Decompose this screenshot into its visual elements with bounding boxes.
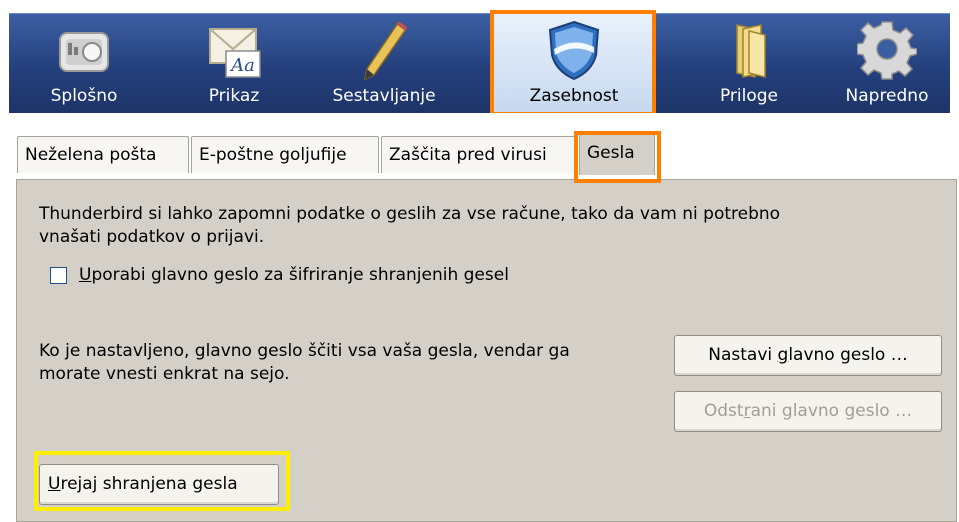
- pane-general-label: Splošno: [50, 86, 118, 106]
- remove-master-accel: r: [743, 401, 751, 421]
- attachments-folder-icon: [736, 24, 766, 78]
- master-info-line1: Ko je nastavljeno, glavno geslo ščiti vs…: [39, 341, 570, 361]
- checkbox-label-accel: U: [79, 265, 92, 285]
- advanced-gear-icon: [857, 21, 917, 80]
- set-master-pre: Nastavi: [708, 345, 778, 365]
- svg-text:Aa: Aa: [229, 55, 255, 76]
- display-envelope-icon: Aa: [209, 28, 261, 78]
- remove-master-password-button[interactable]: Odstrani glavno geslo …: [674, 391, 942, 432]
- master-password-checkbox-label[interactable]: Uporabi glavno geslo za šifriranje shran…: [79, 264, 509, 286]
- pane-display-label: Prikaz: [208, 86, 260, 106]
- pane-attachments-label: Priloge: [719, 86, 779, 106]
- pane-advanced[interactable]: Napredno: [824, 14, 950, 114]
- set-master-password-button[interactable]: Nastavi glavno geslo …: [674, 335, 942, 376]
- highlight-saved-passwords: [34, 451, 290, 511]
- intro-text-line2: vnašati podatkov o prijavi.: [39, 227, 265, 247]
- highlight-selected-pane: [490, 10, 656, 116]
- master-info-line2: morate vnesti enkrat na sejo.: [39, 364, 290, 384]
- pane-general[interactable]: Splošno: [9, 14, 159, 114]
- highlight-active-tab: [574, 131, 661, 183]
- tab-scam[interactable]: E-poštne goljufije: [191, 136, 379, 173]
- master-password-checkbox[interactable]: [50, 267, 67, 284]
- general-switch-icon: [59, 32, 109, 72]
- pane-composition[interactable]: Sestavljanje: [309, 14, 459, 114]
- pane-display[interactable]: Aa Prikaz: [159, 14, 309, 114]
- pane-advanced-label: Napredno: [845, 86, 929, 106]
- privacy-tabstrip: Neželena pošta E-poštne goljufije Zaščit…: [9, 134, 950, 180]
- set-master-post: lavno geslo …: [788, 345, 908, 365]
- pane-attachments[interactable]: Priloge: [674, 14, 824, 114]
- preferences-toolbar: Splošno Aa Prikaz Sestavljanje Zasebnost: [9, 13, 950, 114]
- compose-pencil-icon: [363, 21, 408, 81]
- tab-junk[interactable]: Neželena pošta: [17, 136, 189, 173]
- set-master-accel: g: [777, 345, 789, 365]
- remove-master-pre: Odst: [703, 401, 744, 421]
- remove-master-post: ani glavno geslo …: [750, 401, 913, 421]
- intro-text-line1: Thunderbird si lahko zapomni podatke o g…: [39, 204, 781, 224]
- pane-composition-label: Sestavljanje: [332, 86, 436, 106]
- checkbox-label-rest: porabi glavno geslo za šifriranje shranj…: [91, 265, 509, 285]
- tab-antivirus[interactable]: Zaščita pred virusi: [381, 136, 577, 173]
